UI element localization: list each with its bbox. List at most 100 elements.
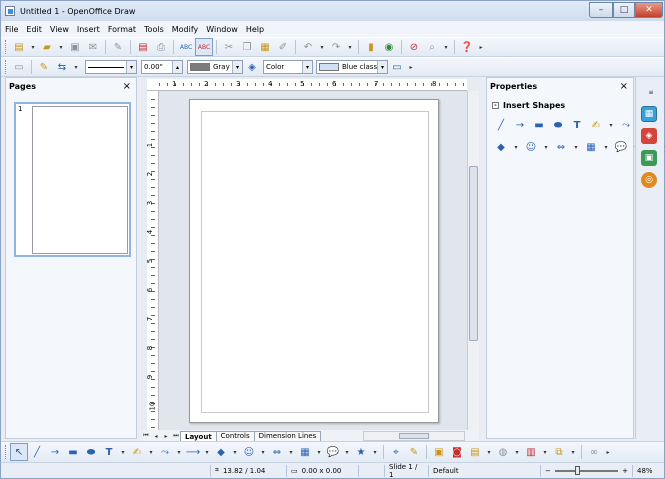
block-arrows-dropdown-icon[interactable]: ▾ [286,443,296,461]
text-tool-icon[interactable]: T [568,116,586,134]
navigator-icon[interactable]: ⊘ [405,38,423,56]
arrow-line-tool-icon[interactable]: → [46,443,64,461]
fontwork-icon[interactable]: ▣ [430,443,448,461]
horizontal-ruler[interactable]: 1 2 3 4 5 6 7 8 [147,79,467,91]
symbol-shapes-icon[interactable]: ☺ [240,443,258,461]
curve-tool-icon[interactable]: ✍ [587,116,605,134]
new-dropdown-icon[interactable]: ▾ [28,38,38,56]
tab-dimension-lines[interactable]: Dimension Lines [253,430,322,442]
open-dropdown-icon[interactable]: ▾ [56,38,66,56]
minimize-button[interactable]: – [589,2,613,18]
maximize-button[interactable]: □ [613,2,635,18]
drawing-page[interactable] [189,99,439,423]
curve-dropdown-icon[interactable]: ▾ [146,443,156,461]
chevron-down-icon[interactable]: ▾ [377,61,387,73]
close-icon[interactable]: × [620,81,628,92]
scroll-thumb[interactable] [469,166,478,341]
text-dropdown-icon[interactable]: ▾ [118,443,128,461]
paste-icon[interactable]: ▦ [256,38,274,56]
flowchart-icon[interactable]: ▦ [582,138,600,156]
next-tab-icon[interactable]: ▸ [161,431,171,441]
close-icon[interactable]: × [123,81,131,92]
line-icon[interactable]: ✎ [35,58,53,76]
basic-shapes-dropdown-icon[interactable]: ▾ [511,138,521,156]
properties-deck-icon[interactable]: ▦ [641,106,657,122]
align-icon[interactable]: ⧉ [550,443,568,461]
new-document-icon[interactable]: ▤ [10,38,28,56]
3d-dropdown-icon[interactable]: ▾ [512,443,522,461]
zoom-out-button[interactable]: − [545,467,551,475]
basic-shapes-icon[interactable]: ◆ [492,138,510,156]
menu-help[interactable]: Help [242,25,268,34]
menu-tools[interactable]: Tools [140,25,168,34]
line-tool-icon[interactable]: ╱ [28,443,46,461]
zoom-in-button[interactable]: + [622,467,628,475]
save-icon[interactable]: ▣ [66,38,84,56]
menu-format[interactable]: Format [104,25,140,34]
basic-shapes-icon[interactable]: ◆ [212,443,230,461]
styles-deck-icon[interactable]: ◈ [641,128,657,144]
help-icon[interactable]: ❓ [458,38,476,56]
toolbar-overflow-icon[interactable]: ▸ [476,38,486,56]
open-icon[interactable]: ▰ [38,38,56,56]
symbol-shapes-dropdown-icon[interactable]: ▾ [258,443,268,461]
basic-shapes-dropdown-icon[interactable]: ▾ [230,443,240,461]
extrusion-icon[interactable]: ∞ [585,443,603,461]
gallery-icon[interactable]: ▤ [466,443,484,461]
flowchart-icon[interactable]: ▦ [296,443,314,461]
arrow-style-dropdown-icon[interactable]: ▾ [71,58,81,76]
curve-dropdown-icon[interactable]: ▾ [606,116,616,134]
cut-icon[interactable]: ✂ [220,38,238,56]
print-icon[interactable]: ⎙ [152,38,170,56]
line-style-select[interactable]: ▾ [85,60,137,74]
line-width-field[interactable]: 0.00" ▴ [141,60,183,74]
lines-arrows-dropdown-icon[interactable]: ▾ [202,443,212,461]
collapse-icon[interactable]: - [492,102,499,109]
connector-tool-icon[interactable]: ⤳ [617,116,635,134]
vertical-ruler[interactable]: 1 2 3 4 5 6 7 8 9 10 [146,91,159,431]
insert-shapes-section[interactable]: - Insert Shapes [492,101,565,110]
effects-dropdown-icon[interactable]: ▾ [540,443,550,461]
redo-icon[interactable]: ↷ [327,38,345,56]
3d-objects-icon[interactable]: ◍ [494,443,512,461]
line-color-select[interactable]: Gray 6 ▾ [187,60,243,74]
chart-icon[interactable]: ▮ [362,38,380,56]
undo-dropdown-icon[interactable]: ▾ [317,38,327,56]
block-arrows-icon[interactable]: ⇔ [268,443,286,461]
autospellcheck-icon[interactable]: ABC [195,38,213,56]
sidebar-menu-icon[interactable]: ≡ [646,83,656,101]
flowchart-dropdown-icon[interactable]: ▾ [314,443,324,461]
ellipse-tool-icon[interactable]: ⬬ [82,443,100,461]
menu-window[interactable]: Window [202,25,242,34]
text-tool-icon[interactable]: T [100,443,118,461]
spin-icon[interactable]: ▴ [172,61,182,73]
vertical-scrollbar[interactable] [467,91,479,431]
zoom-dropdown-icon[interactable]: ▾ [441,38,451,56]
align-dropdown-icon[interactable]: ▾ [568,443,578,461]
spellcheck-icon[interactable]: ABC [177,38,195,56]
menu-edit[interactable]: Edit [22,25,46,34]
zoom-slider[interactable]: − + [541,464,633,477]
area-style-select[interactable]: Color ▾ [263,60,313,74]
horizontal-scrollbar[interactable] [363,431,465,441]
gallery-deck-icon[interactable]: ▣ [641,150,657,166]
block-arrows-icon[interactable]: ⇔ [552,138,570,156]
prev-tab-icon[interactable]: ◂ [151,431,161,441]
gallery-dropdown-icon[interactable]: ▾ [484,443,494,461]
rectangle-tool-icon[interactable]: ▬ [530,116,548,134]
scroll-thumb[interactable] [399,433,429,439]
lines-arrows-icon[interactable]: ⟶ [184,443,202,461]
copy-icon[interactable]: ❐ [238,38,256,56]
email-icon[interactable]: ✉ [84,38,102,56]
ellipse-tool-icon[interactable]: ⬬ [549,116,567,134]
menu-view[interactable]: View [46,25,73,34]
callouts-icon[interactable]: 💬 [612,138,630,156]
menu-modify[interactable]: Modify [168,25,203,34]
points-icon[interactable]: ⌖ [387,443,405,461]
toolbar-overflow-icon[interactable]: ▸ [603,443,613,461]
undo-icon[interactable]: ↶ [299,38,317,56]
points-icon[interactable]: ▭ [10,58,28,76]
arrow-line-tool-icon[interactable]: → [511,116,529,134]
export-pdf-icon[interactable]: ▤ [134,38,152,56]
line-tool-icon[interactable]: ╱ [492,116,510,134]
